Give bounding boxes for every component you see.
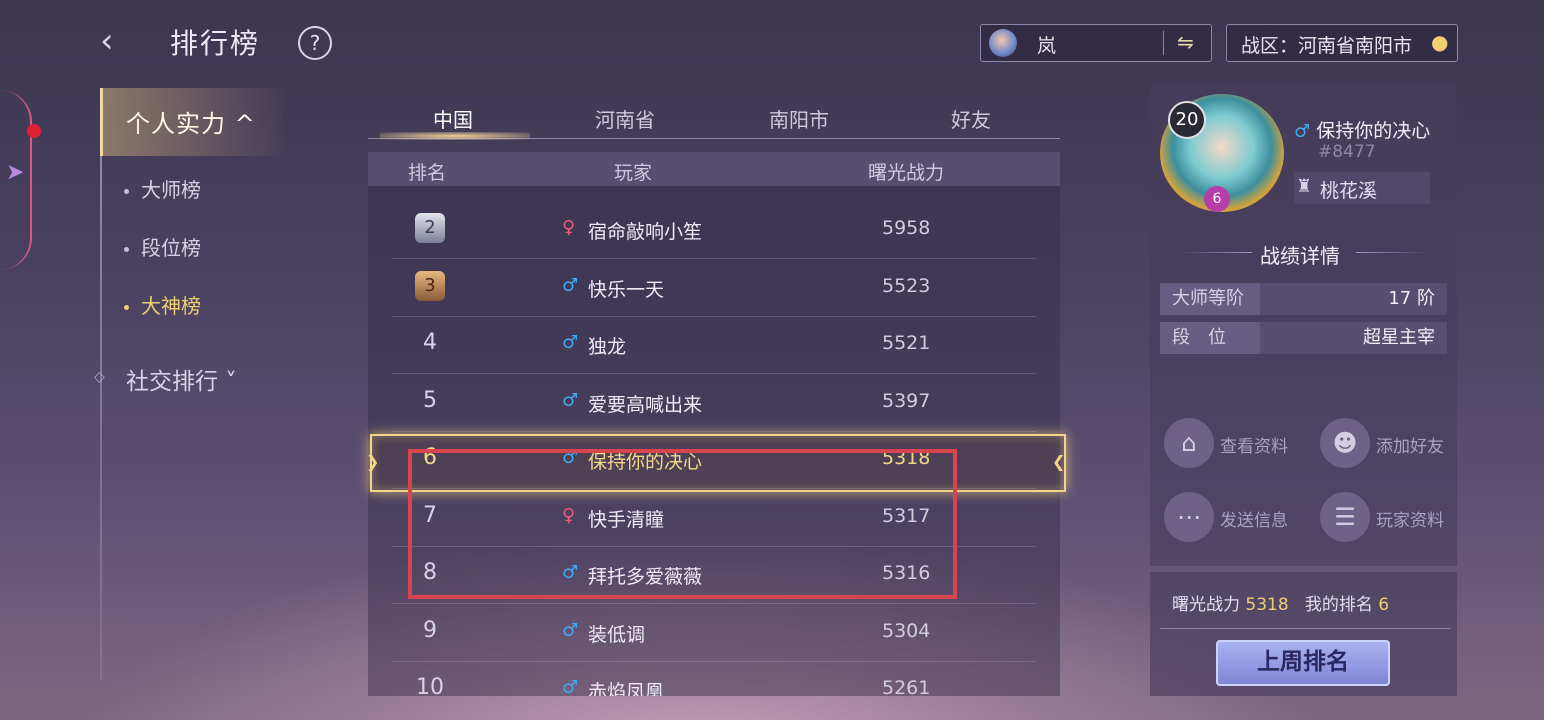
back-arrow-icon[interactable]: ‹ — [100, 22, 140, 62]
team-badge: ♜ 桃花溪 — [1294, 172, 1430, 204]
stat-master-tier: 大师等阶 17 阶 — [1160, 283, 1447, 315]
swap-icon[interactable]: ⇋ — [1177, 30, 1194, 54]
record-title: 战绩详情 — [1260, 244, 1340, 268]
tab-friends[interactable]: 好友 — [916, 104, 1026, 133]
level-badge: 20 — [1168, 101, 1206, 139]
male-icon: ♂ — [562, 274, 579, 296]
male-icon: ♂ — [562, 677, 579, 698]
bullet-icon — [124, 189, 129, 194]
region-selector[interactable]: 战区：河南省南阳市 ● — [1226, 24, 1458, 62]
submenu-rank-board[interactable]: 段位榜 — [124, 232, 201, 261]
female-icon: ♀ — [562, 217, 576, 238]
message-icon[interactable]: ⋯ — [1164, 492, 1214, 542]
table-row[interactable] — [392, 316, 1036, 374]
submenu-label: 段位榜 — [141, 236, 201, 260]
table-row[interactable] — [392, 374, 1036, 432]
rank-number: 4 — [423, 330, 437, 355]
player-name-text: 保持你的决心 — [1316, 120, 1431, 142]
player-id: #8477 — [1318, 142, 1376, 162]
power-label: 曙光战力 — [1172, 595, 1240, 615]
power-value: 5318 — [1245, 595, 1289, 615]
divider — [1180, 252, 1252, 253]
rank-number: 5 — [423, 387, 437, 413]
stat-label: 大师等阶 — [1160, 283, 1260, 315]
player-name[interactable]: 爱要高喊出来 — [588, 390, 702, 417]
help-icon[interactable]: ? — [298, 26, 332, 60]
divider — [1356, 252, 1428, 253]
home-icon[interactable]: ⌂ — [1164, 418, 1214, 468]
power-value: 5261 — [882, 677, 931, 699]
page-title: 排行榜 — [170, 27, 261, 60]
header-power: 曙光战力 — [868, 162, 945, 184]
view-profile-label[interactable]: 查看资料 — [1220, 432, 1288, 457]
rank-label: 我的排名 — [1304, 595, 1373, 615]
stat-rank: 段 位 超星主宰 — [1160, 322, 1447, 354]
hero-name: 岚 — [1037, 35, 1057, 57]
rank-medal-icon: 3 — [415, 270, 445, 301]
tab-china[interactable]: 中国 — [398, 104, 508, 133]
rank-value: 6 — [1378, 595, 1390, 615]
annotation-box — [408, 449, 957, 599]
stat-label: 段 位 — [1160, 322, 1260, 354]
power-value: 5304 — [882, 619, 931, 642]
menu-item-personal-strength-label: 个人实力 ^ — [126, 110, 256, 138]
player-name[interactable]: 快乐一天 — [588, 275, 664, 302]
submenu-label: 大师榜 — [141, 178, 201, 202]
team-icon: ♜ — [1296, 176, 1313, 197]
male-icon: ♂ — [562, 619, 579, 641]
divider — [1163, 31, 1164, 55]
bullet-icon — [124, 247, 129, 252]
divider — [1160, 628, 1450, 629]
tab-nanyang[interactable]: 南阳市 — [744, 104, 854, 133]
power-value: 5958 — [882, 217, 931, 239]
player-name[interactable]: 独龙 — [588, 332, 626, 359]
my-stats: 曙光战力 5318 我的排名 6 — [1172, 590, 1389, 615]
submenu-label: 大神榜 — [141, 294, 201, 318]
table-row[interactable] — [392, 201, 1036, 259]
stat-value: 超星主宰 — [1363, 327, 1435, 348]
hero-avatar — [989, 29, 1017, 57]
table-row[interactable] — [392, 661, 1036, 696]
active-tab-indicator — [380, 132, 530, 140]
stat-value: 17 阶 — [1388, 288, 1435, 309]
add-friend-icon[interactable]: ☻ — [1320, 418, 1370, 468]
submenu-legend-board[interactable]: 大神榜 — [124, 290, 201, 319]
menu-item-social-ranking[interactable]: 社交排行 ˅ — [126, 362, 237, 396]
power-value: 5523 — [882, 274, 931, 297]
header-player: 玩家 — [614, 162, 653, 184]
player-name[interactable]: 宿命敲响小笙 — [588, 217, 702, 244]
location-pin-icon: ● — [1431, 30, 1449, 54]
rank-number: 10 — [416, 675, 444, 700]
male-icon: ♂ — [562, 332, 579, 353]
rank-number: 9 — [423, 617, 437, 643]
power-value: 5397 — [882, 389, 931, 412]
star-badge: 6 — [1204, 186, 1230, 212]
table-row[interactable] — [392, 604, 1036, 662]
male-icon: ♂ — [562, 389, 579, 411]
notification-dot — [27, 124, 41, 138]
add-friend-label[interactable]: 添加好友 — [1376, 432, 1444, 457]
player-name: ♂ 保持你的决心 — [1294, 116, 1430, 143]
male-icon: ♂ — [1294, 121, 1311, 142]
player-info-label[interactable]: 玩家资料 — [1376, 506, 1444, 531]
bullet-icon — [124, 305, 129, 310]
expand-arrow-icon[interactable]: ➤ — [6, 160, 24, 185]
tab-henan[interactable]: 河南省 — [570, 104, 680, 133]
diamond-icon: ◇ — [94, 369, 105, 385]
menu-rail — [100, 90, 102, 680]
team-name: 桃花溪 — [1320, 180, 1378, 202]
player-info-icon[interactable]: ☰ — [1320, 492, 1370, 542]
send-message-label[interactable]: 发送信息 — [1220, 506, 1288, 531]
last-week-ranking-button[interactable]: 上周排名 — [1216, 640, 1390, 686]
table-row[interactable] — [392, 259, 1036, 317]
header-rank: 排名 — [408, 162, 447, 184]
table-header — [368, 152, 1060, 186]
hero-selector[interactable]: 岚 ⇋ — [980, 24, 1212, 62]
region-label: 战区：河南省南阳市 — [1241, 35, 1413, 57]
player-name[interactable]: 赤焰凤凰 — [588, 677, 664, 696]
rank-medal-icon: 2 — [415, 213, 445, 243]
submenu-master-board[interactable]: 大师榜 — [124, 174, 201, 203]
power-value: 5521 — [882, 332, 931, 354]
player-name[interactable]: 装低调 — [588, 620, 645, 647]
